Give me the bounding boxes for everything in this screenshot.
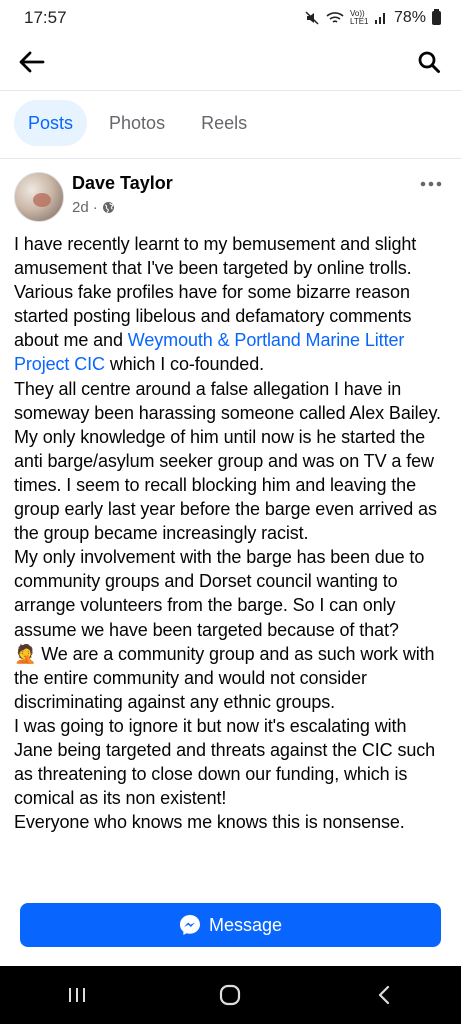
more-icon	[420, 181, 442, 187]
system-nav-bar	[0, 966, 461, 1024]
back-arrow-icon	[19, 51, 45, 73]
meta-separator: ·	[92, 199, 98, 216]
status-time: 17:57	[24, 8, 67, 27]
app-bar	[0, 36, 461, 88]
post-paragraph: Everyone who knows me knows this is nons…	[14, 812, 405, 833]
tab-posts[interactable]: Posts	[14, 100, 88, 146]
post-body: I have recently learnt to my bemusement …	[14, 232, 448, 887]
message-button[interactable]: Message	[20, 903, 441, 947]
search-button[interactable]	[413, 46, 445, 78]
post-paragraph: 🤦 We are a community group and as such w…	[14, 642, 448, 714]
home-icon	[220, 984, 241, 1006]
post-paragraph: My only involvement with the barge has b…	[14, 547, 425, 640]
post-author[interactable]: Dave Taylor	[72, 173, 173, 194]
battery-icon	[432, 9, 441, 25]
post-text: which I co-founded.	[104, 354, 265, 375]
post-meta: 2d ·	[72, 199, 115, 216]
chevron-left-icon	[379, 985, 390, 1005]
search-icon	[418, 51, 440, 73]
recent-apps-icon	[68, 988, 85, 1002]
post-paragraph: I was going to ignore it but now it's es…	[14, 715, 436, 809]
battery-percent: 78%	[393, 9, 426, 26]
post-time[interactable]: 2d	[72, 199, 89, 216]
facepalm-emoji: 🤦	[14, 643, 37, 664]
tab-reels[interactable]: Reels	[187, 100, 261, 146]
status-icons: Vo)) LTE1 78%	[304, 9, 441, 27]
back-button[interactable]	[16, 46, 48, 78]
tab-photos[interactable]: Photos	[95, 100, 179, 146]
post-paragraph: I have recently learnt to my bemusement …	[14, 234, 417, 279]
more-options-button[interactable]	[415, 172, 447, 196]
avatar[interactable]	[14, 172, 64, 222]
post-paragraph: Various fake profiles have for some biza…	[14, 280, 448, 376]
post-header: Dave Taylor 2d ·	[14, 172, 447, 224]
messenger-icon	[179, 915, 200, 935]
recent-apps-button[interactable]	[47, 966, 107, 1024]
globe-icon	[102, 202, 114, 213]
post-paragraph: They all centre around a false allegatio…	[14, 378, 441, 544]
post-text: We are a community group and as such wor…	[14, 643, 435, 712]
header-divider	[0, 90, 461, 91]
home-button[interactable]	[200, 966, 260, 1024]
status-bar: 17:57 Vo)) LTE1 78%	[0, 0, 461, 36]
system-back-button[interactable]	[354, 966, 414, 1024]
wifi-icon	[326, 12, 344, 23]
signal-icon	[374, 13, 385, 24]
profile-tabs: Posts Photos Reels	[14, 100, 261, 146]
network-label: Vo)) LTE1	[349, 9, 369, 26]
tabs-divider	[0, 158, 461, 159]
message-button-label: Message	[208, 914, 283, 935]
mute-icon	[305, 11, 319, 25]
